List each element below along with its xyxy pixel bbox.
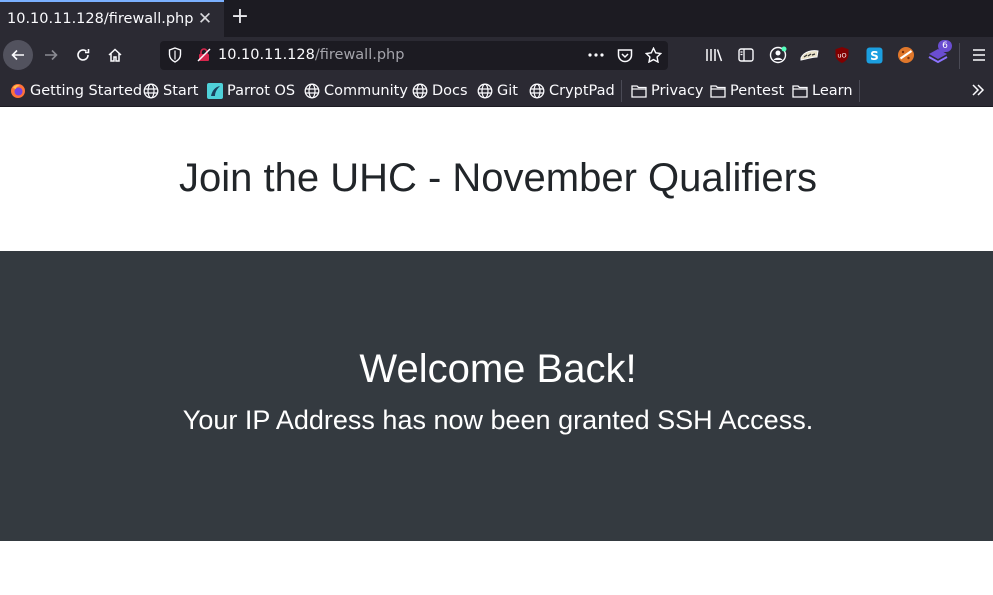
globe-icon xyxy=(412,83,428,99)
active-tab[interactable]: 10.10.11.128/firewall.php ✕ xyxy=(0,0,224,37)
jumbotron: Welcome Back! Your IP Address has now be… xyxy=(0,251,993,541)
bookmark-git[interactable]: Git xyxy=(477,81,518,101)
bookmark-folder-privacy[interactable]: Privacy xyxy=(631,81,704,101)
ublock-icon[interactable]: uO xyxy=(831,44,853,66)
url-path: /firewall.php xyxy=(314,47,405,63)
bookmark-parrot-os[interactable]: Parrot OS xyxy=(207,81,295,101)
folder-icon xyxy=(792,83,808,99)
bookmark-label: Docs xyxy=(432,83,468,99)
back-button[interactable] xyxy=(3,40,33,70)
account-icon[interactable] xyxy=(767,44,789,66)
tab-strip: 10.10.11.128/firewall.php ✕ + xyxy=(0,0,993,37)
bookmark-folder-learn[interactable]: Learn xyxy=(792,81,853,101)
insecure-lock-icon[interactable] xyxy=(195,46,213,64)
bookmark-label: Start xyxy=(163,83,199,99)
bookmark-cryptpad[interactable]: CryptPad xyxy=(529,81,615,101)
toolbar-separator xyxy=(959,43,960,69)
forward-button[interactable] xyxy=(36,40,66,70)
folder-icon xyxy=(710,83,726,99)
bookmark-label: Pentest xyxy=(730,83,785,99)
bookmark-community[interactable]: Community xyxy=(304,81,408,101)
arrow-left-icon xyxy=(11,49,24,61)
ellipsis-icon[interactable] xyxy=(587,46,605,64)
bookmarks-toolbar: Getting Started Start Parrot OS Communit… xyxy=(0,74,993,107)
jumbotron-title: Welcome Back! xyxy=(359,347,637,391)
globe-icon xyxy=(529,83,545,99)
bookmark-separator xyxy=(621,80,622,102)
firefox-icon xyxy=(10,83,26,99)
plus-icon[interactable]: + xyxy=(229,6,251,30)
globe-icon xyxy=(477,83,493,99)
svg-text:S: S xyxy=(870,49,879,63)
bookmark-label: Git xyxy=(497,83,518,99)
star-icon[interactable] xyxy=(644,46,662,64)
parrot-icon xyxy=(207,83,223,99)
url-bar[interactable]: 10.10.11.128/firewall.php xyxy=(160,41,668,70)
svg-text:uO: uO xyxy=(837,52,846,60)
url-host: 10.10.11.128 xyxy=(218,47,315,63)
s-extension-icon[interactable]: S xyxy=(863,44,885,66)
bookmark-docs[interactable]: Docs xyxy=(412,81,468,101)
tracking-shield-icon[interactable] xyxy=(166,46,184,64)
extension-badge: 6 xyxy=(938,40,952,52)
bookmark-folder-pentest[interactable]: Pentest xyxy=(710,81,784,101)
arrow-right-icon xyxy=(45,49,58,61)
folder-icon xyxy=(631,83,647,99)
cookie-icon[interactable] xyxy=(895,44,917,66)
home-icon xyxy=(108,48,122,62)
bookmark-separator xyxy=(859,80,860,102)
hackbar-icon[interactable] xyxy=(799,44,821,66)
bookmark-label: Learn xyxy=(812,83,853,99)
home-button[interactable] xyxy=(100,40,130,70)
reload-icon xyxy=(77,49,90,61)
bookmark-label: CryptPad xyxy=(549,83,615,99)
page-title: Join the UHC - November Qualifiers xyxy=(179,156,817,200)
jumbotron-message: Your IP Address has now been granted SSH… xyxy=(182,405,814,435)
navigation-toolbar: 10.10.11.128/firewall.php uO S 6 xyxy=(0,37,993,74)
bookmark-label: Privacy xyxy=(651,83,704,99)
bookmark-label: Getting Started xyxy=(30,83,143,99)
reload-button[interactable] xyxy=(68,40,98,70)
hamburger-menu-icon[interactable] xyxy=(968,44,990,66)
chevron-double-right-icon[interactable] xyxy=(967,79,989,101)
bookmark-label: Parrot OS xyxy=(227,83,296,99)
globe-icon xyxy=(143,83,159,99)
pocket-icon[interactable] xyxy=(616,46,634,64)
bookmark-getting-started[interactable]: Getting Started xyxy=(10,81,142,101)
library-icon[interactable] xyxy=(703,44,725,66)
tab-title: 10.10.11.128/firewall.php xyxy=(7,11,194,27)
bookmark-label: Community xyxy=(324,83,408,99)
bookmark-start[interactable]: Start xyxy=(143,81,198,101)
globe-icon xyxy=(304,83,320,99)
close-icon[interactable]: ✕ xyxy=(196,10,214,28)
page-content: Join the UHC - November Qualifiers Welco… xyxy=(0,107,993,595)
sidebar-icon[interactable] xyxy=(735,44,757,66)
url-text[interactable]: 10.10.11.128/firewall.php xyxy=(218,47,404,63)
